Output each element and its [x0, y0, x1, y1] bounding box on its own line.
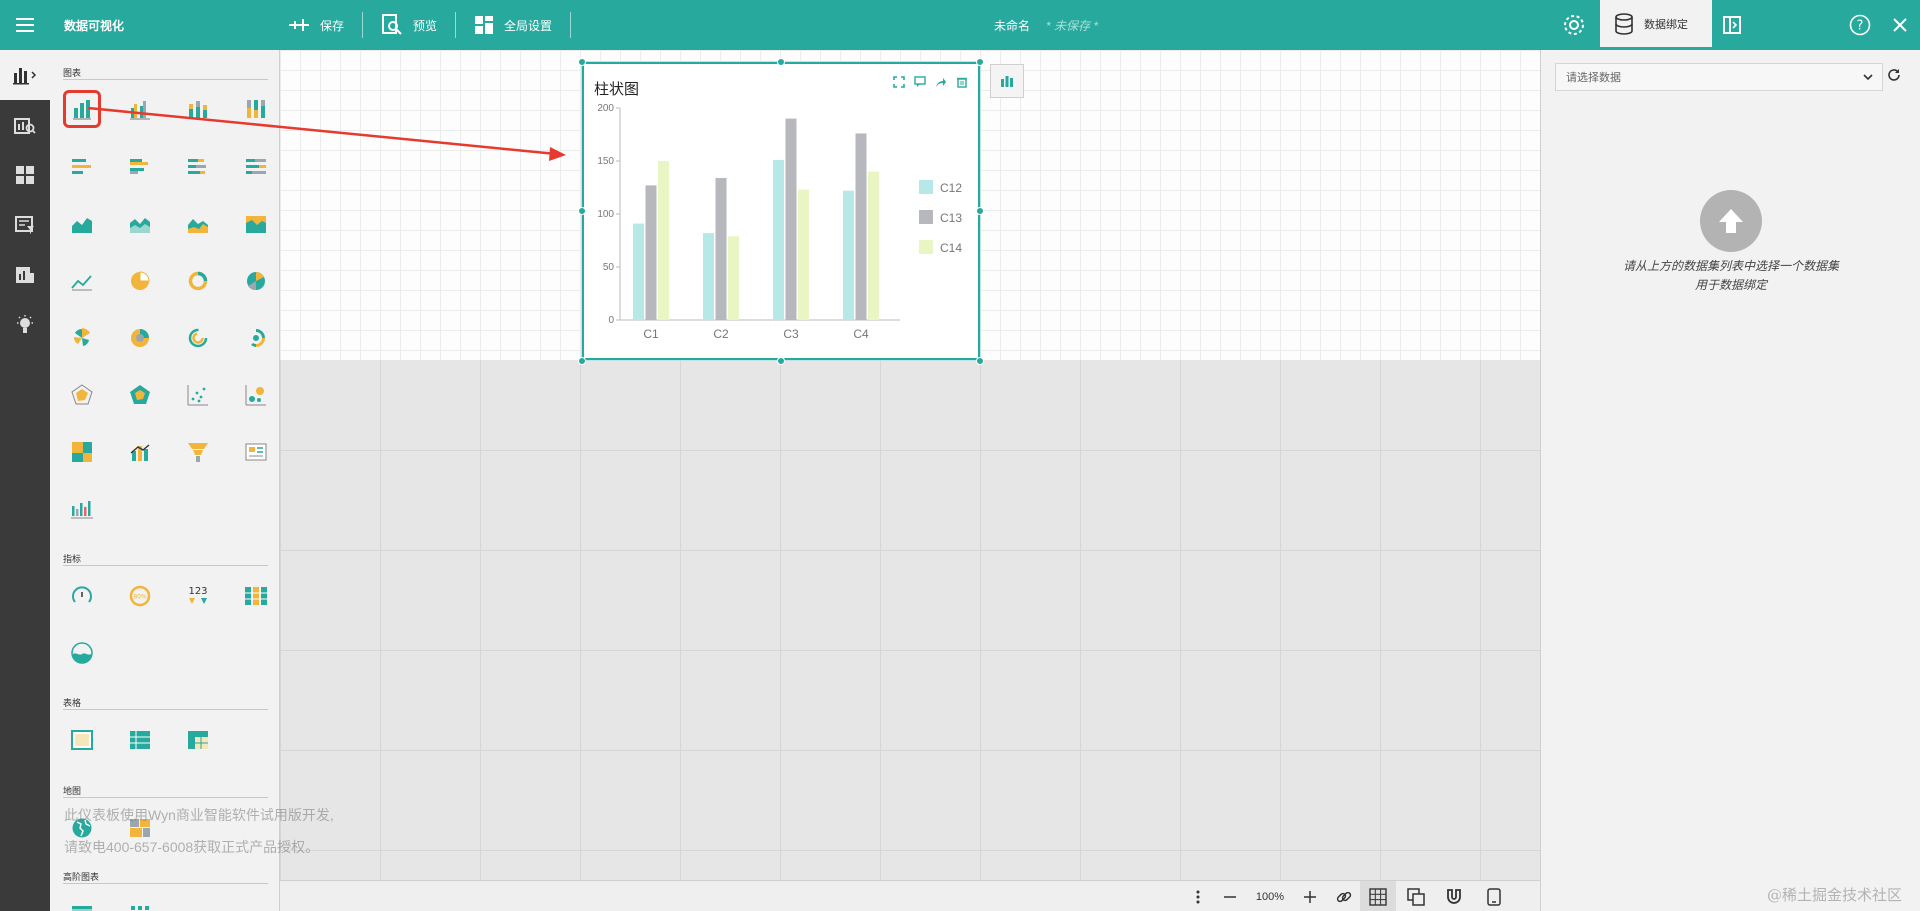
- y-tick-label: 0: [608, 315, 614, 326]
- bar-C1-C12: [633, 223, 644, 320]
- more-vertical-icon[interactable]: [1188, 881, 1208, 911]
- zoom-level[interactable]: 100%: [1245, 881, 1295, 911]
- link-icon[interactable]: [1328, 881, 1360, 911]
- legend-swatch: [919, 240, 933, 254]
- bar-C3-C14: [798, 189, 809, 320]
- legend-label: C12: [940, 181, 962, 195]
- app-root: 数据可视化 保存 预览 全局设置 未命名 * 未保存 * 数据绑定 ? 图表 指…: [0, 0, 1920, 911]
- bar-C1-C14: [658, 161, 669, 320]
- dataset-select[interactable]: 请选择数据: [1555, 63, 1883, 91]
- grid-toggle-icon[interactable]: [1360, 881, 1396, 911]
- upload-arrow-icon: [1700, 190, 1762, 252]
- chevron-down-icon: [1863, 74, 1873, 81]
- resize-handle[interactable]: [976, 58, 984, 66]
- bar-C4-C12: [843, 190, 854, 320]
- resize-handle[interactable]: [578, 207, 586, 215]
- resize-handle[interactable]: [578, 58, 586, 66]
- bar-C1-C13: [645, 185, 657, 320]
- x-tick-label: C4: [853, 327, 869, 341]
- legend-swatch: [919, 210, 933, 224]
- x-tick-label: C2: [713, 327, 729, 341]
- bar-C4-C13: [855, 133, 867, 320]
- trial-watermark-line2: 请致电400-657-6008获取正式产品授权。: [64, 839, 320, 855]
- bar-chart: 0 50 100 150 200 C1 C2 C3 C4 C12 C13 C14: [597, 103, 962, 341]
- resize-handle[interactable]: [976, 357, 984, 365]
- bar-chart-widget[interactable]: 柱状图 0 50 100 150 200 C1 C2 C3 C4 C12 C13 C14: [582, 62, 980, 360]
- resize-handle[interactable]: [777, 58, 785, 66]
- legend-swatch: [919, 180, 933, 194]
- bar-C2-C13: [715, 177, 727, 320]
- y-tick-label: 100: [597, 209, 614, 220]
- y-tick-label: 50: [603, 262, 615, 273]
- zoom-in-icon[interactable]: [1295, 881, 1325, 911]
- data-binding-panel: 请选择数据 请从上方的数据集列表中选择一个数据集用于数据绑定: [1540, 50, 1920, 911]
- layers-icon[interactable]: [1398, 881, 1434, 911]
- mobile-view-icon[interactable]: [1476, 881, 1512, 911]
- magnet-snap-icon[interactable]: [1436, 881, 1472, 911]
- trial-watermark-line1: 此仪表板使用Wyn商业智能软件试用版开发,: [64, 807, 334, 823]
- bottom-toolbar: 100%: [280, 880, 1540, 911]
- binding-hint: 请从上方的数据集列表中选择一个数据集用于数据绑定: [1622, 259, 1839, 292]
- legend-label: C14: [940, 241, 962, 255]
- refresh-icon[interactable]: [1887, 68, 1901, 82]
- resize-handle[interactable]: [976, 207, 984, 215]
- x-tick-label: C3: [783, 327, 799, 341]
- bar-C2-C12: [703, 233, 714, 320]
- bar-C3-C12: [773, 159, 784, 320]
- bar-C2-C14: [728, 236, 739, 320]
- y-tick-label: 150: [597, 156, 614, 167]
- resize-handle[interactable]: [578, 357, 586, 365]
- y-tick-label: 200: [597, 103, 614, 114]
- bar-C4-C14: [868, 171, 879, 320]
- resize-handle[interactable]: [777, 357, 785, 365]
- corner-watermark: @稀土掘金技术社区: [1766, 886, 1902, 904]
- x-tick-label: C1: [643, 327, 659, 341]
- bar-C3-C13: [785, 118, 797, 320]
- chart-type-switch-icon[interactable]: [990, 64, 1024, 98]
- legend-label: C13: [940, 211, 962, 225]
- dataset-select-placeholder: 请选择数据: [1566, 72, 1621, 84]
- zoom-out-icon[interactable]: [1215, 881, 1245, 911]
